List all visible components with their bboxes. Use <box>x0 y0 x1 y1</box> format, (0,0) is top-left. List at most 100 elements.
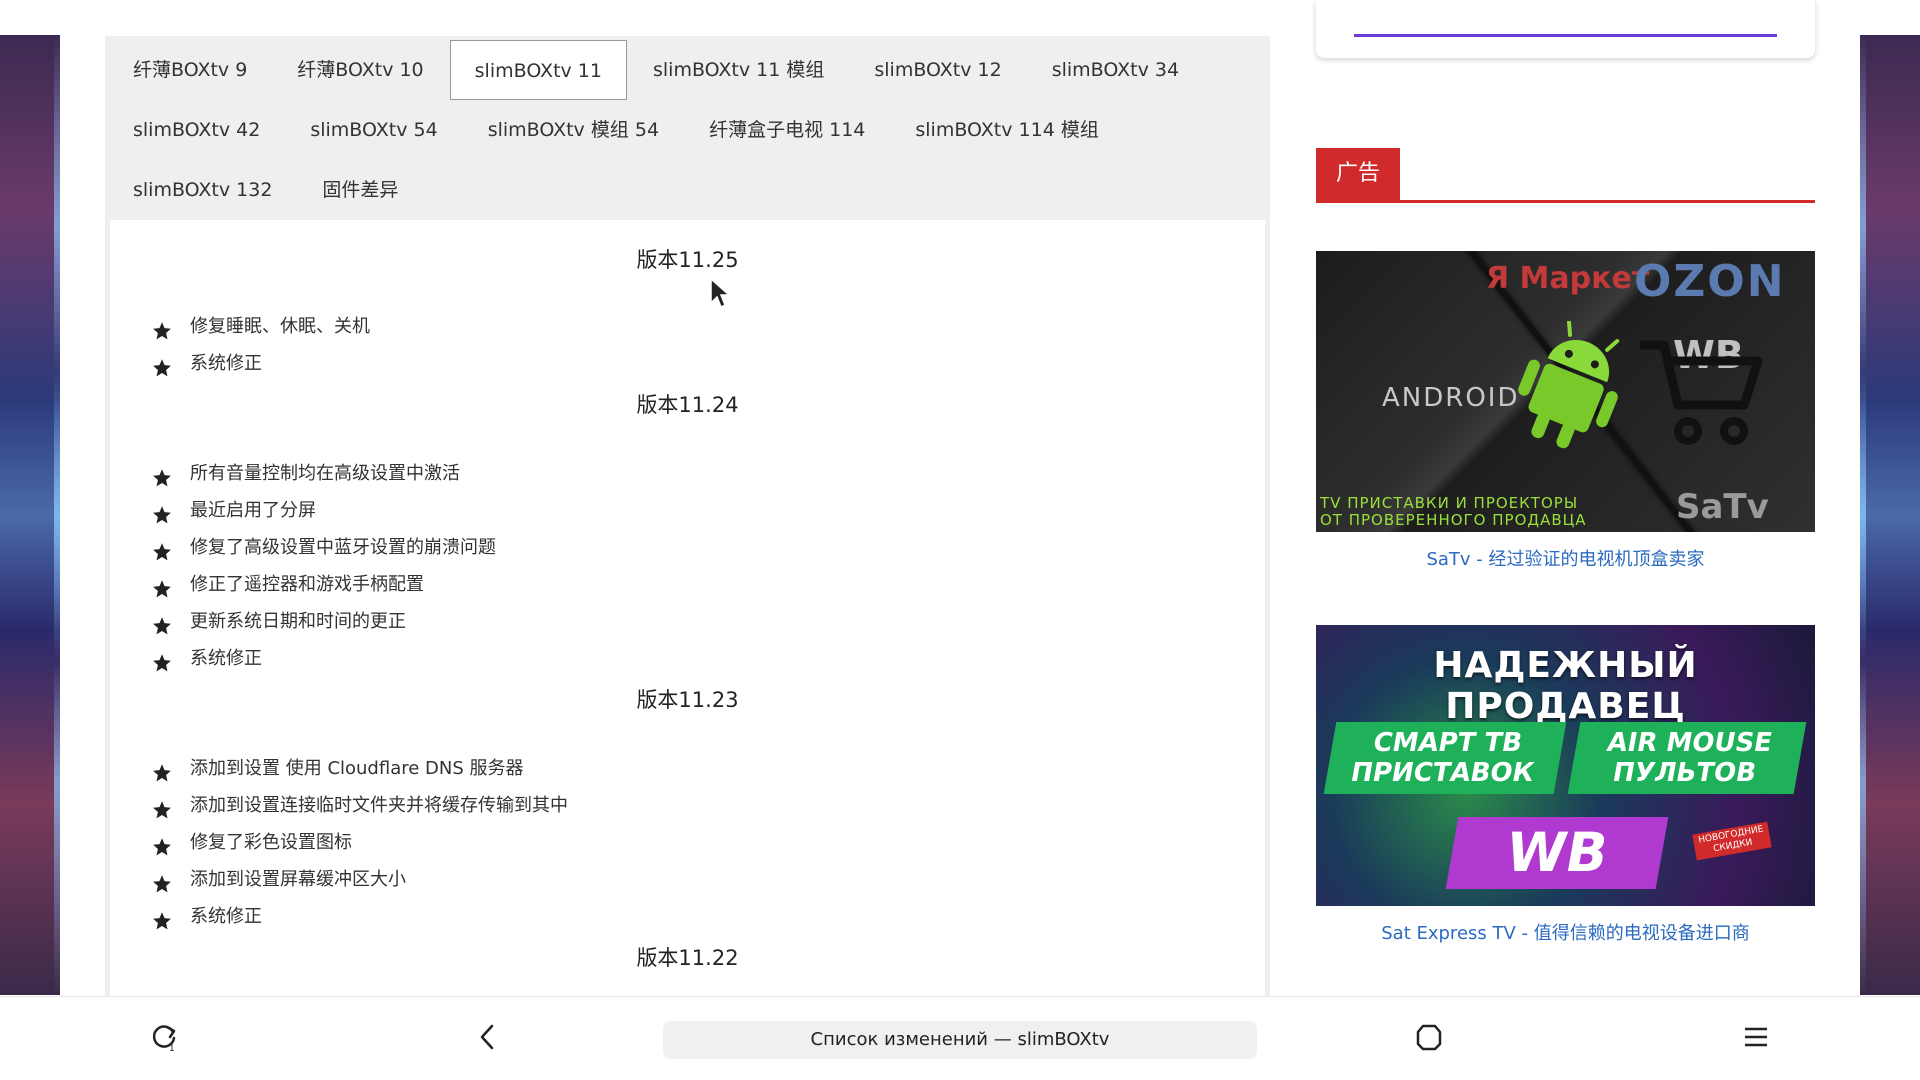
tab-10[interactable]: slimBOXtv 114 模组 <box>891 100 1122 160</box>
change-item-text: 所有音量控制均在高级设置中激活 <box>190 463 460 484</box>
change-item: 更新系统日期和时间的更正 <box>152 603 1265 640</box>
star-icon <box>152 538 172 560</box>
change-item: 添加到设置连接临时文件夹并将缓存传输到其中 <box>152 787 1265 824</box>
banner-text-satv: SaTv <box>1676 487 1769 527</box>
change-list: 所有音量控制均在高级设置中激活 最近启用了分屏修复了高级设置中蓝牙设置的崩溃问题修… <box>110 455 1265 677</box>
changelog-content: 版本11.25 修复睡眠、休眠、关机 系统修正 版本11.24 所有音量控制均在高级设置… <box>110 220 1265 996</box>
change-item-text: 添加到设置连接临时文件夹并将缓存传输到其中 <box>190 795 568 816</box>
banner-box-wb: WB <box>1445 817 1669 889</box>
change-item: 修复睡眠、休眠、关机 <box>152 308 1265 345</box>
change-item-text: 添加到设置屏幕缓冲区大小 <box>190 869 406 890</box>
change-item: 修正了遥控器和游戏手柄配置 <box>152 566 1265 603</box>
ad-section-label: 广告 <box>1316 148 1401 200</box>
version-title: 版本11.23 <box>636 688 739 712</box>
shopping-cart-icon <box>1640 340 1763 445</box>
tab-3[interactable]: slimBOXtv 11 模组 <box>629 40 848 100</box>
change-item: 修复了高级设置中蓝牙设置的崩溃问题 <box>152 529 1265 566</box>
change-item-text: 修复了高级设置中蓝牙设置的崩溃问题 <box>190 537 496 558</box>
star-icon <box>152 649 172 671</box>
change-item-text: 添加到设置 使用 Cloudflare DNS 服务器 <box>190 758 524 779</box>
ad-block-sat-express[interactable]: НАДЕЖНЫЙ ПРОДАВЕЦ СМАРТ ТВ ПРИСТАВОК AIR … <box>1316 625 1815 948</box>
home-icon <box>1416 1024 1442 1051</box>
ad-section-header: 广告 <box>1316 148 1815 203</box>
change-item: 系统修正 <box>152 345 1265 382</box>
top-card-divider <box>1354 34 1777 37</box>
ad-block-satv[interactable]: Я Маркет OZON ANDROID WB SaTv TV ПРИСТАВ… <box>1316 251 1815 574</box>
star-icon <box>152 464 172 486</box>
firmware-tabs: 纤薄BOXtv 9 纤薄BOXtv 10 slimBOXtv 11 slimBOXtv… <box>105 36 1263 220</box>
change-item: 添加到设置屏幕缓冲区大小 <box>152 861 1265 898</box>
change-list: 添加到设置 使用 Cloudflare DNS 服务器添加到设置连接临时文件夹并… <box>110 750 1265 935</box>
banner-text-market: Я Маркет <box>1486 261 1650 296</box>
change-item-text: 系统修正 <box>190 906 262 927</box>
refresh-icon: 1 <box>152 1025 176 1052</box>
change-item-text: 系统修正 <box>190 353 262 374</box>
tab-1[interactable]: 纤薄BOXtv 10 <box>273 40 447 100</box>
change-item: 添加到设置 使用 Cloudflare DNS 服务器 <box>152 750 1265 787</box>
mouse-cursor-icon <box>710 277 731 309</box>
star-icon <box>152 354 172 376</box>
android-robot-icon <box>1518 321 1620 449</box>
change-item-text: 更新系统日期和时间的更正 <box>190 611 406 632</box>
star-icon <box>152 833 172 855</box>
menu-button[interactable] <box>1736 1017 1776 1057</box>
tab-8[interactable]: slimBOXtv 模组 54 <box>464 100 683 160</box>
tab-4[interactable]: slimBOXtv 12 <box>850 40 1025 100</box>
tab-2[interactable]: slimBOXtv 11 <box>449 40 627 100</box>
tab-0[interactable]: 纤薄BOXtv 9 <box>109 40 271 100</box>
browser-page: 纤薄BOXtv 9 纤薄BOXtv 10 slimBOXtv 11 slimBOXtv… <box>0 0 1920 1080</box>
back-button[interactable] <box>468 1017 508 1057</box>
ad-link-sat-express[interactable]: Sat Express TV - 值得信赖的电视设备进口商 <box>1316 920 1815 948</box>
ad-banner-satv[interactable]: Я Маркет OZON ANDROID WB SaTv TV ПРИСТАВ… <box>1316 251 1815 532</box>
sidebar-top-card <box>1316 0 1815 58</box>
back-arrow-icon <box>480 1024 494 1050</box>
star-icon <box>152 575 172 597</box>
change-list: 修复睡眠、休眠、关机 系统修正 <box>110 308 1265 382</box>
banner-box-smart-tv: СМАРТ ТВ ПРИСТАВОК <box>1323 722 1567 794</box>
star-icon <box>152 870 172 892</box>
svg-text:1: 1 <box>169 1044 175 1052</box>
change-item-text: 修复了彩色设置图标 <box>190 832 352 853</box>
star-icon <box>152 501 172 523</box>
version-title: 版本11.24 <box>636 393 739 417</box>
change-item: 所有音量控制均在高级设置中激活 <box>152 455 1265 492</box>
right-background-decoration <box>1860 35 1920 995</box>
banner-tag-sale: НОВОГОДНИЕ СКИДКИ <box>1692 821 1772 861</box>
banner-text-android: ANDROID <box>1382 383 1520 413</box>
banner-box-air-mouse: AIR MOUSE ПУЛЬТОВ <box>1567 722 1807 794</box>
change-item-text: 最近启用了分屏 <box>190 500 316 521</box>
version-title: 版本11.25 <box>636 248 739 272</box>
tab-9[interactable]: 纤薄盒子电视 114 <box>685 100 889 160</box>
home-button[interactable] <box>1409 1017 1449 1057</box>
ad-link-satv[interactable]: SaTv - 经过验证的电视机顶盒卖家 <box>1316 546 1815 574</box>
page-title-bar[interactable]: Список изменений — slimBOXtv <box>663 1021 1257 1059</box>
star-icon <box>152 796 172 818</box>
tab-11[interactable]: slimBOXtv 132 <box>109 160 296 220</box>
change-item: 最近启用了分屏 <box>152 492 1265 529</box>
left-background-decoration <box>0 35 60 995</box>
change-item: 修复了彩色设置图标 <box>152 824 1265 861</box>
change-item-text: 系统修正 <box>190 648 262 669</box>
browser-bottom-bar: 1 Список изменений — slimBOXtv <box>0 996 1920 1080</box>
change-item-text: 修复睡眠、休眠、关机 <box>190 316 370 337</box>
version-title: 版本11.22 <box>636 946 739 970</box>
ad-banner-sat-express[interactable]: НАДЕЖНЫЙ ПРОДАВЕЦ СМАРТ ТВ ПРИСТАВОК AIR … <box>1316 625 1815 906</box>
change-item: 系统修正 <box>152 898 1265 935</box>
star-icon <box>152 759 172 781</box>
sidebar: 广告 Я Маркет OZON ANDROID WB SaTv TV ПРИС… <box>1316 0 1815 1000</box>
change-item-text: 修正了遥控器和游戏手柄配置 <box>190 574 424 595</box>
refresh-button[interactable]: 1 <box>144 1017 184 1057</box>
changelog-panel: 纤薄BOXtv 9 纤薄BOXtv 10 slimBOXtv 11 slimBOXtv… <box>105 36 1270 996</box>
tab-6[interactable]: slimBOXtv 42 <box>109 100 284 160</box>
tab-5[interactable]: slimBOXtv 34 <box>1028 40 1203 100</box>
banner-headline: НАДЕЖНЫЙ ПРОДАВЕЦ <box>1433 645 1698 727</box>
star-icon <box>152 907 172 929</box>
change-item: 系统修正 <box>152 640 1265 677</box>
menu-icon <box>1745 1027 1767 1047</box>
banner-text-promo: TV ПРИСТАВКИ И ПРОЕКТОРЫ ОТ ПРОВЕРЕННОГО … <box>1320 494 1587 529</box>
tab-12[interactable]: 固件差异 <box>298 160 422 220</box>
star-icon <box>152 317 172 339</box>
tab-7[interactable]: slimBOXtv 54 <box>286 100 461 160</box>
banner-text-ozon: OZON <box>1634 256 1786 307</box>
star-icon <box>152 612 172 634</box>
